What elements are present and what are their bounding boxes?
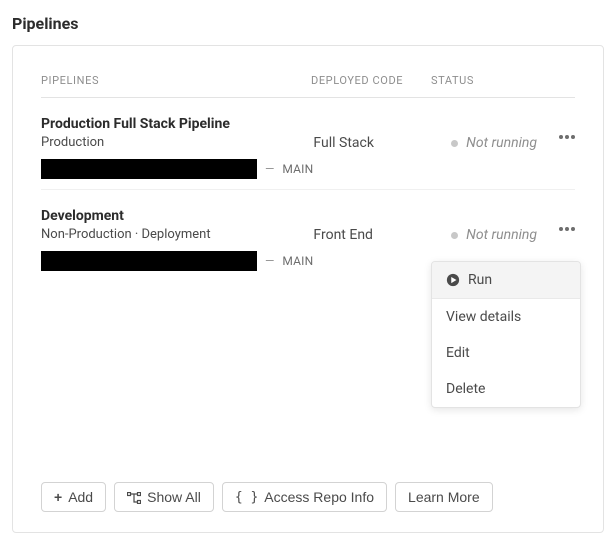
add-button[interactable]: Add: [41, 482, 106, 512]
pipelines-card: PIPELINES DEPLOYED CODE STATUS Productio…: [12, 45, 604, 533]
plus-icon: [54, 489, 62, 505]
show-all-button[interactable]: Show All: [114, 482, 214, 512]
menu-item-run[interactable]: Run: [432, 262, 580, 299]
braces-icon: { }: [235, 490, 258, 505]
redacted-repo: [41, 159, 257, 179]
col-header-pipelines: PIPELINES: [41, 74, 311, 87]
more-actions-button[interactable]: [545, 135, 575, 139]
pipeline-title: Production Full Stack Pipeline: [41, 116, 313, 132]
status-text: Not running: [466, 227, 537, 243]
table-header: PIPELINES DEPLOYED CODE STATUS: [41, 74, 575, 98]
menu-item-label: Run: [468, 272, 492, 288]
repo-line: — MAIN: [41, 251, 313, 271]
col-header-status: STATUS: [431, 74, 545, 87]
menu-item-label: Edit: [446, 345, 470, 361]
menu-item-view-details[interactable]: View details: [432, 299, 580, 335]
more-actions-button[interactable]: [545, 227, 575, 231]
button-label: Access Repo Info: [264, 489, 374, 505]
status-dot-icon: [451, 232, 458, 239]
status-text: Not running: [466, 135, 537, 151]
play-circle-icon: [446, 273, 460, 287]
learn-more-button[interactable]: Learn More: [395, 482, 493, 512]
button-label: Show All: [147, 489, 201, 505]
table-row: Production Full Stack Pipeline Productio…: [41, 98, 575, 190]
deployed-code: Full Stack: [313, 135, 433, 151]
menu-item-label: Delete: [446, 381, 485, 397]
branch-separator: —: [265, 254, 274, 268]
menu-item-edit[interactable]: Edit: [432, 335, 580, 371]
actions-menu: Run View details Edit Delete: [431, 261, 581, 408]
access-repo-button[interactable]: { } Access Repo Info: [222, 482, 387, 512]
branch-separator: —: [265, 162, 274, 176]
branch-name: MAIN: [282, 162, 313, 176]
col-header-deployed: DEPLOYED CODE: [311, 74, 431, 87]
redacted-repo: [41, 251, 257, 271]
branch-name: MAIN: [282, 254, 313, 268]
button-label: Learn More: [408, 489, 480, 505]
menu-item-label: View details: [446, 309, 521, 325]
footer-buttons: Add Show All { } Access Repo Info Learn …: [41, 482, 575, 512]
status-dot-icon: [451, 140, 458, 147]
menu-item-delete[interactable]: Delete: [432, 371, 580, 407]
pipeline-subtitle: Production: [41, 135, 313, 150]
repo-line: — MAIN: [41, 159, 313, 179]
tree-icon: [127, 491, 141, 503]
pipeline-subtitle: Non-Production · Deployment: [41, 227, 313, 242]
pipeline-title: Development: [41, 208, 313, 224]
page-title: Pipelines: [0, 0, 616, 45]
deployed-code: Front End: [313, 227, 433, 243]
button-label: Add: [68, 489, 93, 505]
